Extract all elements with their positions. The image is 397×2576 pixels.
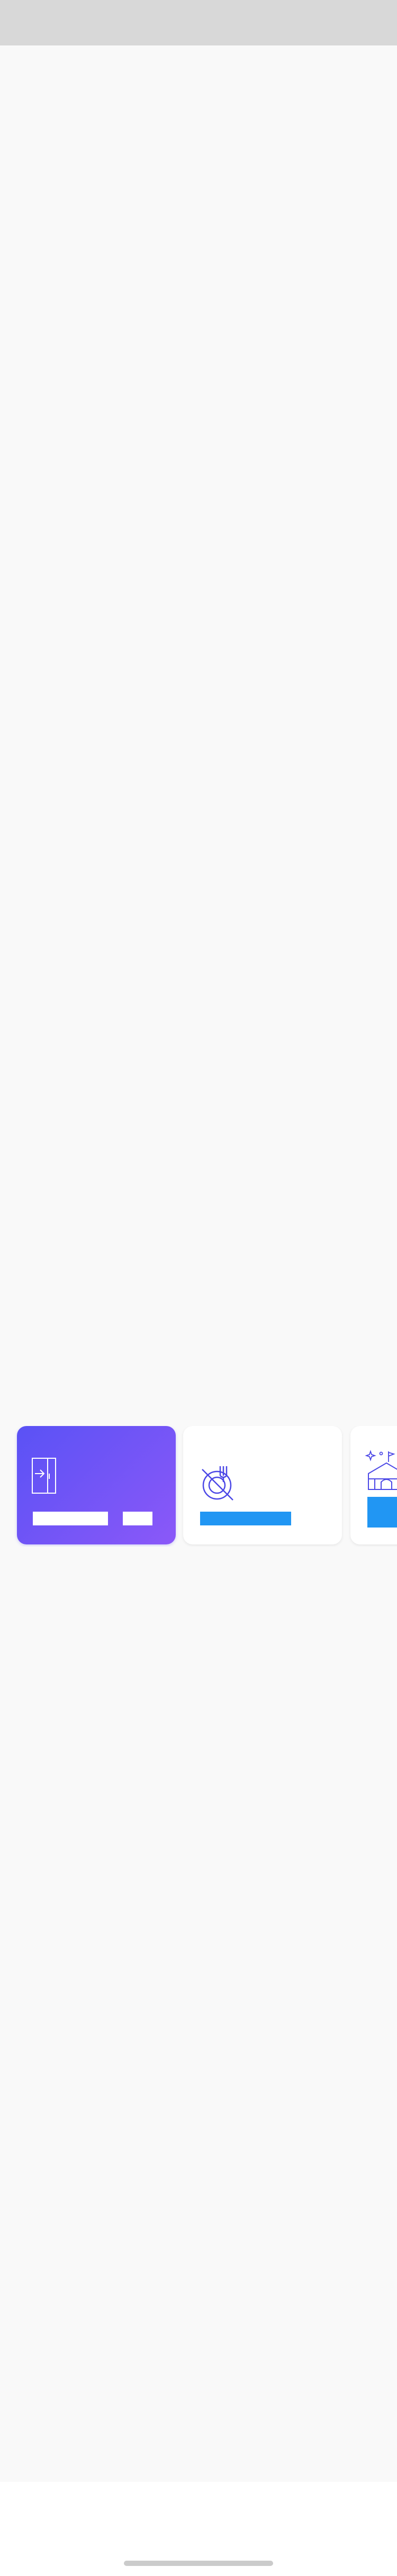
feature-card-no-food[interactable] [183, 1426, 342, 1544]
card-label [367, 1497, 397, 1528]
bottom-bar [0, 2482, 397, 2576]
feature-card-carousel[interactable] [0, 1426, 397, 1547]
status-bar [0, 0, 397, 45]
venue-sparkle-icon [365, 1450, 397, 1490]
feature-card-venue[interactable] [350, 1426, 397, 1544]
card-label [200, 1512, 291, 1525]
no-food-icon [202, 1466, 233, 1501]
card-label [33, 1512, 108, 1525]
page-content [0, 45, 397, 2482]
card-label-secondary [123, 1512, 152, 1525]
home-indicator[interactable] [124, 2561, 273, 2566]
door-enter-icon [32, 1458, 56, 1494]
feature-card-check-in[interactable] [17, 1426, 176, 1544]
